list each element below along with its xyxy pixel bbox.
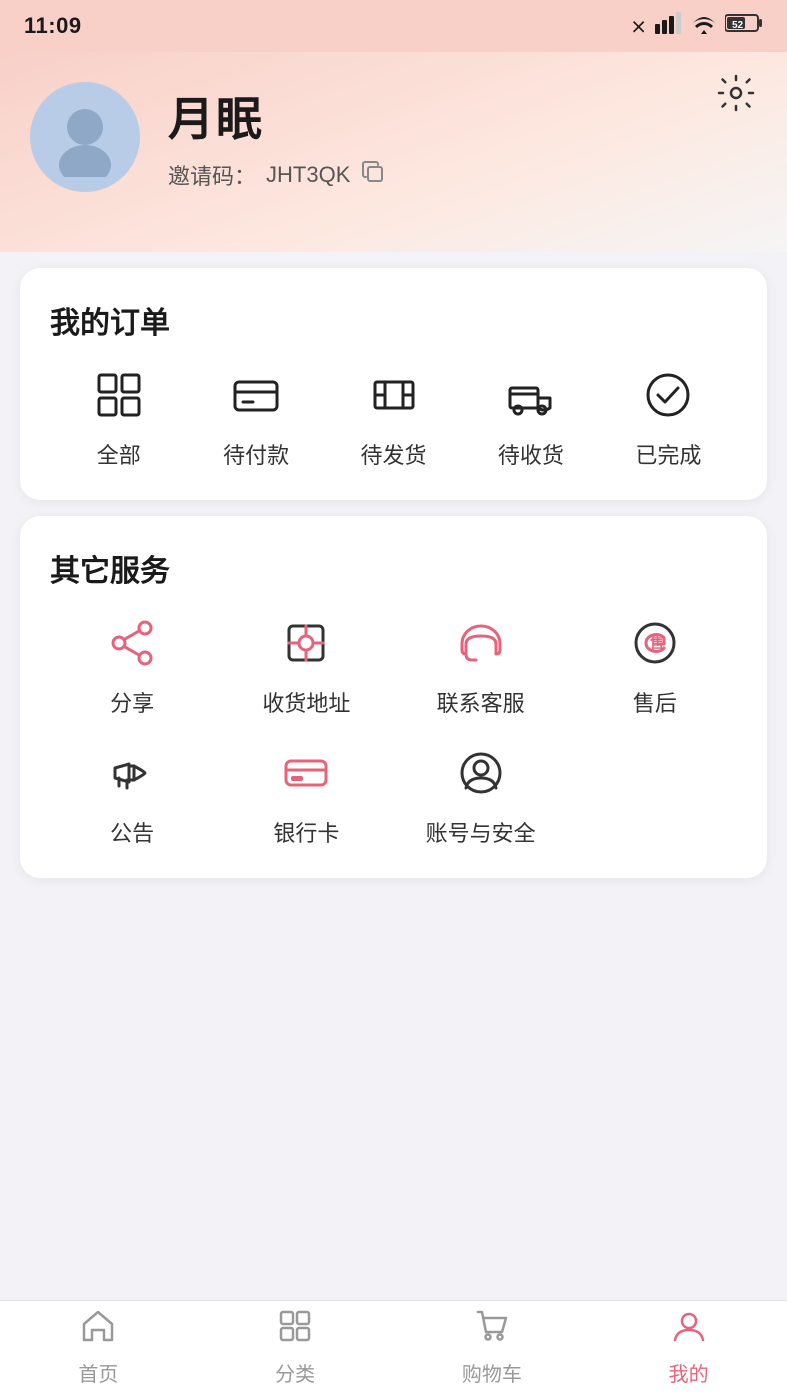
cart-icon (474, 1308, 510, 1353)
home-icon (80, 1308, 116, 1353)
order-done-label: 已完成 (635, 438, 701, 470)
svg-text:52: 52 (732, 20, 744, 31)
order-shipping-icon (369, 370, 419, 428)
order-all-label: 全部 (97, 438, 141, 470)
main-content: 我的订单 全部 (0, 252, 787, 1400)
services-card: 其它服务 分享 (20, 516, 767, 878)
service-aftersale[interactable]: 售 售后 (573, 618, 737, 718)
invite-code: JHT3QK (266, 162, 350, 188)
order-all[interactable]: 全部 (50, 370, 187, 470)
order-shipping[interactable]: 待发货 (325, 370, 462, 470)
orders-card: 我的订单 全部 (20, 268, 767, 500)
invite-label: 邀请码： (168, 159, 256, 191)
service-share-label: 分享 (110, 686, 154, 718)
service-bankcard[interactable]: 银行卡 (224, 748, 388, 848)
profile-info: 月眠 邀请码： JHT3QK (30, 82, 757, 192)
announcement-icon (107, 748, 157, 806)
order-grid: 全部 待付款 (50, 370, 737, 470)
status-time-network: 11:09 (24, 13, 82, 39)
user-name: 月眠 (168, 83, 386, 149)
order-done-icon (643, 370, 693, 428)
nav-home-label: 首页 (78, 1358, 118, 1387)
nav-mine-label: 我的 (669, 1358, 709, 1387)
nav-category-label: 分类 (275, 1358, 315, 1387)
order-all-icon (94, 370, 144, 428)
settings-icon[interactable] (715, 72, 757, 124)
order-done[interactable]: 已完成 (600, 370, 737, 470)
bottom-nav: 首页 分类 购物车 我的 (0, 1300, 787, 1400)
order-receiving-icon (506, 370, 556, 428)
share-icon (107, 618, 157, 676)
order-payment-icon (231, 370, 281, 428)
nav-mine[interactable]: 我的 (590, 1308, 787, 1387)
bankcard-icon (281, 748, 331, 806)
service-support-label: 联系客服 (437, 686, 525, 718)
signal-icon (655, 12, 683, 40)
service-address-label: 收货地址 (262, 686, 350, 718)
category-icon (277, 1308, 313, 1353)
wifi-icon (691, 12, 717, 40)
order-receiving-label: 待收货 (498, 438, 564, 470)
aftersale-icon: 售 (630, 618, 680, 676)
status-bar: 11:09 ⨯ 52 (0, 0, 787, 52)
svg-text:售: 售 (649, 635, 664, 651)
nav-cart-label: 购物车 (462, 1358, 522, 1387)
service-share[interactable]: 分享 (50, 618, 214, 718)
service-account[interactable]: 账号与安全 (399, 748, 563, 848)
support-icon (456, 618, 506, 676)
service-aftersale-label: 售后 (633, 686, 677, 718)
service-address[interactable]: 收货地址 (224, 618, 388, 718)
service-account-label: 账号与安全 (426, 816, 536, 848)
service-announcement[interactable]: 公告 (50, 748, 214, 848)
service-support[interactable]: 联系客服 (399, 618, 563, 718)
address-icon (281, 618, 331, 676)
nav-home[interactable]: 首页 (0, 1308, 197, 1387)
order-shipping-label: 待发货 (361, 438, 427, 470)
copy-icon[interactable] (360, 159, 386, 192)
account-icon (456, 748, 506, 806)
nav-category[interactable]: 分类 (197, 1308, 394, 1387)
profile-header: 月眠 邀请码： JHT3QK (0, 52, 787, 252)
orders-title: 我的订单 (50, 298, 737, 342)
user-icon (671, 1308, 707, 1353)
services-grid: 分享 收货地址 (50, 618, 737, 848)
avatar[interactable] (30, 82, 140, 192)
invite-code-row: 邀请码： JHT3QK (168, 159, 386, 192)
battery-icon: 52 (725, 13, 763, 39)
order-payment-label: 待付款 (223, 438, 289, 470)
services-title: 其它服务 (50, 546, 737, 590)
status-icons: ⨯ 52 (630, 12, 763, 40)
service-bankcard-label: 银行卡 (273, 816, 339, 848)
order-receiving[interactable]: 待收货 (462, 370, 599, 470)
bluetooth-icon: ⨯ (630, 14, 647, 39)
service-announcement-label: 公告 (110, 816, 154, 848)
order-payment[interactable]: 待付款 (187, 370, 324, 470)
nav-cart[interactable]: 购物车 (394, 1308, 591, 1387)
